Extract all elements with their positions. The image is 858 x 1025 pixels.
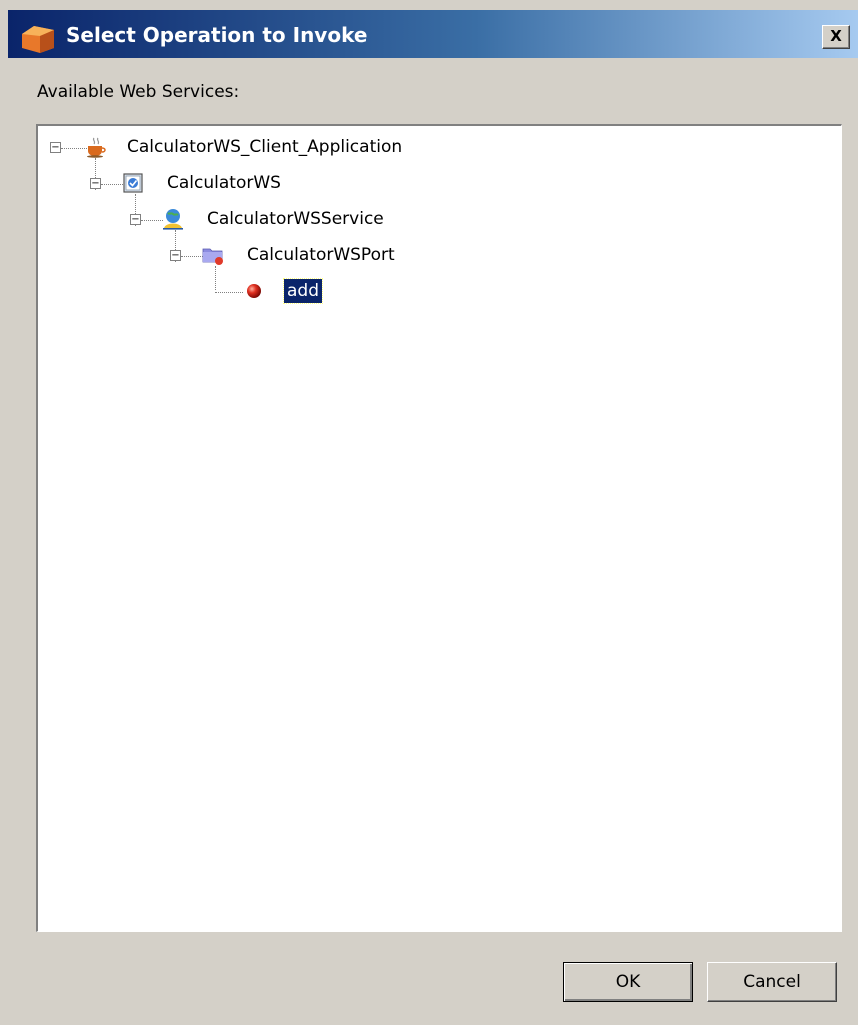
dialog-title: Select Operation to Invoke: [66, 23, 368, 47]
title-bar[interactable]: Select Operation to Invoke X: [8, 10, 858, 58]
tree-connector: [215, 266, 216, 290]
tree-node-label[interactable]: CalculatorWS: [164, 171, 284, 195]
coffee-cup-icon: [87, 137, 106, 158]
tree-node-label-selected[interactable]: add: [283, 278, 323, 304]
tree-node-label[interactable]: CalculatorWS_Client_Application: [124, 135, 405, 159]
ok-button[interactable]: OK: [563, 962, 693, 1002]
close-button[interactable]: X: [822, 25, 850, 49]
expander-toggle[interactable]: −: [170, 250, 181, 261]
tree-connector: [101, 184, 123, 185]
available-web-services-label: Available Web Services:: [37, 82, 240, 102]
web-service-icon: [123, 173, 143, 193]
expander-toggle[interactable]: −: [90, 178, 101, 189]
tree-node-label[interactable]: CalculatorWSPort: [244, 243, 398, 267]
cancel-button[interactable]: Cancel: [707, 962, 837, 1002]
expander-toggle[interactable]: −: [50, 142, 61, 153]
tree-connector: [215, 292, 243, 293]
tree-connector: [141, 220, 163, 221]
web-services-tree[interactable]: − CalculatorWS_Client_Application − Calc…: [36, 124, 842, 932]
red-ball-operation-icon: [247, 284, 261, 298]
expander-toggle[interactable]: −: [130, 214, 141, 225]
folder-port-icon: [202, 248, 223, 265]
tree-node-label[interactable]: CalculatorWSService: [204, 207, 387, 231]
select-operation-dialog: Select Operation to Invoke X Available W…: [0, 0, 858, 1025]
app-cube-icon: [22, 26, 54, 53]
globe-user-icon: [163, 209, 183, 230]
tree-connector: [181, 256, 203, 257]
